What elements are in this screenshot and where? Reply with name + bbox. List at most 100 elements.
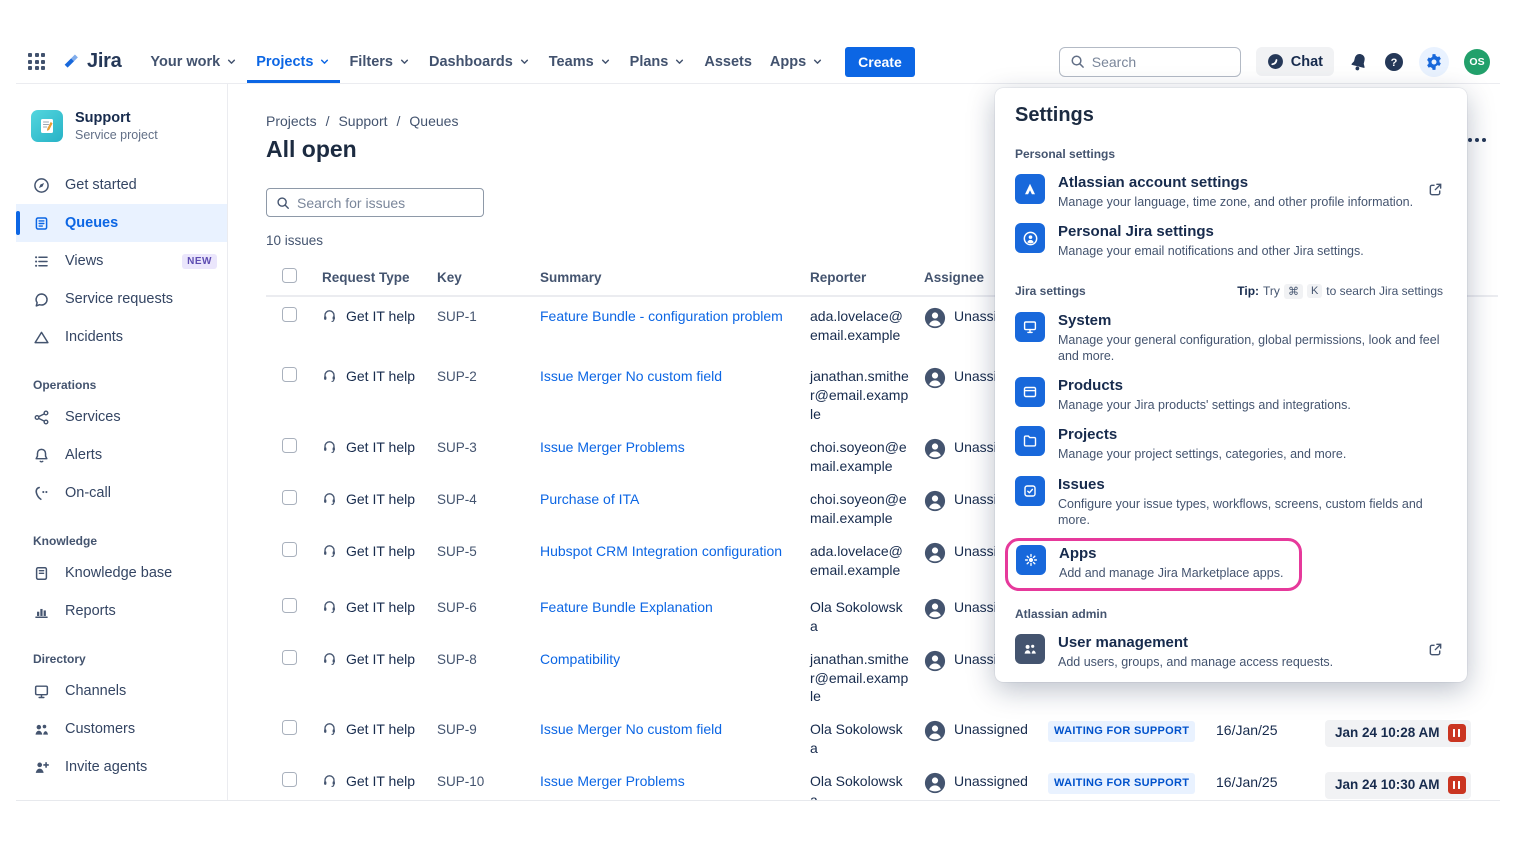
issue-search-input[interactable] [297, 195, 474, 211]
help-icon[interactable]: ? [1384, 52, 1404, 72]
jira-settings-label: Jira settings [1015, 284, 1086, 298]
reporter-cell: Ola Sokolowska [810, 588, 924, 640]
sidebar-item-reports[interactable]: Reports [16, 592, 227, 630]
gear-icon [1425, 53, 1443, 71]
person-plus-icon [33, 759, 51, 776]
avatar-icon [924, 438, 946, 460]
create-button[interactable]: Create [845, 47, 915, 77]
reporter-cell: choi.soyeon@email.example [810, 428, 924, 480]
nav-assets[interactable]: Assets [695, 40, 761, 83]
nav-projects[interactable]: Projects [247, 40, 340, 83]
sidebar-item-knowledge-base[interactable]: Knowledge base [16, 554, 227, 592]
issue-link[interactable]: Purchase of ITA [540, 491, 639, 507]
chevron-down-icon [811, 55, 824, 68]
queues-icon [33, 215, 51, 232]
select-all-checkbox[interactable] [282, 268, 297, 283]
status-badge[interactable]: WAITING FOR SUPPORT [1048, 773, 1195, 794]
headset-icon [322, 491, 337, 506]
sidebar-item-alerts[interactable]: Alerts [16, 436, 227, 474]
breadcrumb-support[interactable]: Support [338, 113, 387, 129]
external-link-icon [1428, 182, 1443, 197]
sidebar-item-channels[interactable]: Channels [16, 672, 227, 710]
nav-filters[interactable]: Filters [340, 40, 420, 83]
search-icon [1070, 54, 1085, 69]
issue-search[interactable] [266, 188, 484, 217]
avatar-icon [924, 542, 946, 564]
settings-item-user-management[interactable]: User management Add users, groups, and m… [1015, 634, 1443, 670]
cmd-key: ⌘ [1284, 284, 1303, 299]
row-checkbox[interactable] [282, 307, 297, 322]
row-checkbox[interactable] [282, 772, 297, 787]
settings-item-atlassian-account[interactable]: Atlassian account settings Manage your l… [1015, 174, 1443, 210]
speech-bubble-icon [33, 291, 51, 308]
issue-link[interactable]: Feature Bundle - configuration problem [540, 308, 783, 324]
issue-link[interactable]: Issue Merger Problems [540, 773, 685, 789]
row-checkbox[interactable] [282, 367, 297, 382]
bar-chart-icon [33, 603, 51, 620]
issue-key: SUP-3 [437, 428, 540, 480]
settings-item-issues[interactable]: Issues Configure your issue types, workf… [1015, 476, 1443, 529]
nav-teams[interactable]: Teams [540, 40, 621, 83]
nav-plans[interactable]: Plans [621, 40, 696, 83]
nav-apps[interactable]: Apps [761, 40, 833, 83]
sidebar-item-invite-agents[interactable]: Invite agents [16, 748, 227, 786]
global-search-input[interactable] [1092, 54, 1230, 70]
global-search[interactable] [1059, 47, 1241, 77]
sidebar-item-customers[interactable]: Customers [16, 710, 227, 748]
pause-icon [1448, 776, 1466, 794]
sidebar-item-views[interactable]: Views NEW [16, 242, 227, 280]
nav-your-work[interactable]: Your work [141, 40, 247, 83]
chat-button[interactable]: Chat [1256, 47, 1334, 76]
headset-icon [322, 368, 337, 383]
settings-item-system[interactable]: System Manage your general configuration… [1015, 312, 1443, 365]
issue-link[interactable]: Hubspot CRM Integration configuration [540, 543, 782, 559]
row-checkbox[interactable] [282, 650, 297, 665]
sidebar-item-services[interactable]: Services [16, 398, 227, 436]
issue-link[interactable]: Issue Merger No custom field [540, 368, 722, 384]
sidebar-item-incidents[interactable]: Incidents [16, 318, 227, 356]
more-options-button[interactable] [1468, 138, 1486, 142]
app-switcher-icon[interactable] [28, 53, 45, 70]
system-monitor-icon [1015, 312, 1045, 342]
issue-link[interactable]: Feature Bundle Explanation [540, 599, 713, 615]
person-circle-icon [1015, 223, 1045, 253]
status-badge[interactable]: WAITING FOR SUPPORT [1048, 721, 1195, 742]
nav-dashboards[interactable]: Dashboards [420, 40, 540, 83]
breadcrumb-queues[interactable]: Queues [409, 113, 458, 129]
headset-icon [322, 308, 337, 323]
sidebar-item-queues[interactable]: Queues [16, 204, 227, 242]
issue-key: SUP-2 [437, 357, 540, 428]
sidebar-item-get-started[interactable]: Get started [16, 166, 227, 204]
issue-link[interactable]: Issue Merger Problems [540, 439, 685, 455]
avatar-icon [924, 650, 946, 672]
apps-highlight-annotation: Apps Add and manage Jira Marketplace app… [1005, 538, 1302, 591]
triangle-icon [33, 329, 51, 346]
jira-settings-header: Jira settings Tip: Try ⌘ K to search Jir… [1015, 284, 1443, 299]
breadcrumb-projects[interactable]: Projects [266, 113, 317, 129]
row-checkbox[interactable] [282, 438, 297, 453]
settings-item-personal-jira[interactable]: Personal Jira settings Manage your email… [1015, 223, 1443, 259]
settings-item-products[interactable]: Products Manage your Jira products' sett… [1015, 377, 1443, 413]
sidebar-item-on-call[interactable]: On-call [16, 474, 227, 512]
settings-item-projects[interactable]: Projects Manage your project settings, c… [1015, 426, 1443, 462]
notifications-icon[interactable] [1347, 49, 1371, 73]
jira-logo[interactable]: Jira [61, 50, 121, 73]
external-link-icon [1428, 642, 1443, 657]
top-navigation-bar: Jira Your work Projects Filters Dashboar… [16, 40, 1500, 84]
settings-gear-button[interactable] [1419, 47, 1449, 77]
sidebar-item-service-requests[interactable]: Service requests [16, 280, 227, 318]
book-icon [33, 565, 51, 582]
row-checkbox[interactable] [282, 598, 297, 613]
issue-key: SUP-5 [437, 532, 540, 588]
settings-item-apps[interactable]: Apps Add and manage Jira Marketplace app… [1016, 545, 1283, 581]
issue-link[interactable]: Issue Merger No custom field [540, 721, 722, 737]
row-checkbox[interactable] [282, 720, 297, 735]
personal-settings-label: Personal settings [1015, 147, 1443, 161]
user-avatar[interactable]: OS [1464, 49, 1490, 75]
col-key: Key [437, 270, 540, 285]
row-checkbox[interactable] [282, 542, 297, 557]
search-tip: Tip: Try ⌘ K to search Jira settings [1237, 284, 1443, 299]
project-header[interactable]: Support Service project [16, 110, 227, 142]
issue-link[interactable]: Compatibility [540, 651, 620, 667]
row-checkbox[interactable] [282, 490, 297, 505]
